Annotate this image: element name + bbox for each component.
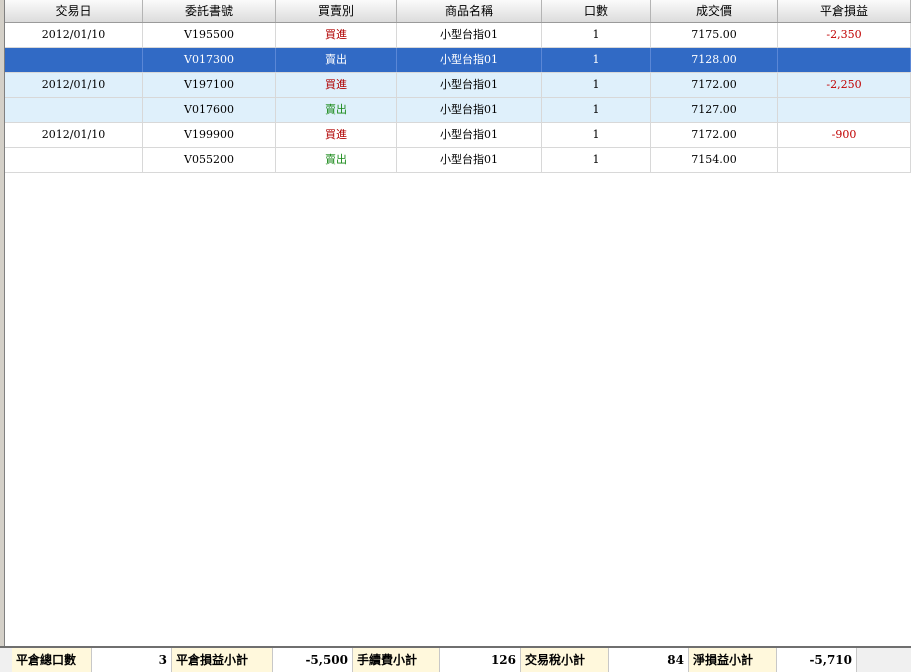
cell-pnl: -2,250 [778, 73, 911, 97]
pnl-subtotal-label: 平倉損益小計 [172, 648, 273, 672]
col-header-qty[interactable]: 口數 [542, 0, 651, 22]
cell-date [5, 148, 143, 172]
summary-bar: 平倉總口數 3 平倉損益小計 -5,500 手續費小計 126 交易稅小計 84… [0, 646, 911, 672]
cell-qty: 1 [542, 123, 651, 147]
tax-subtotal-value: 84 [609, 648, 689, 672]
net-pnl-value: -5,710 [777, 648, 857, 672]
cell-order-no: V017600 [143, 98, 276, 122]
cell-side: 賣出 [276, 148, 397, 172]
total-lots-value: 3 [92, 648, 172, 672]
tax-subtotal-label: 交易稅小計 [521, 648, 609, 672]
cell-qty: 1 [542, 73, 651, 97]
fee-subtotal-value: 126 [440, 648, 521, 672]
cell-order-no: V199900 [143, 123, 276, 147]
cell-side: 賣出 [276, 98, 397, 122]
cell-qty: 1 [542, 23, 651, 47]
net-pnl-label: 淨損益小計 [689, 648, 777, 672]
cell-price: 7128.00 [651, 48, 778, 72]
cell-pnl: -2,350 [778, 23, 911, 47]
cell-order-no: V197100 [143, 73, 276, 97]
table-row[interactable]: V017600 賣出 小型台指01 1 7127.00 [5, 98, 911, 123]
col-header-side[interactable]: 買賣別 [276, 0, 397, 22]
cell-side: 賣出 [276, 48, 397, 72]
cell-side: 買進 [276, 123, 397, 147]
table-row[interactable]: 2012/01/10 V195500 買進 小型台指01 1 7175.00 -… [5, 23, 911, 48]
cell-side: 買進 [276, 23, 397, 47]
cell-date: 2012/01/10 [5, 73, 143, 97]
table-row-selected[interactable]: V017300 賣出 小型台指01 1 7128.00 [5, 48, 911, 73]
cell-product: 小型台指01 [397, 98, 542, 122]
cell-date [5, 48, 143, 72]
grid-header: 交易日 委託書號 買賣別 商品名稱 口數 成交價 平倉損益 [5, 0, 911, 23]
cell-product: 小型台指01 [397, 123, 542, 147]
cell-pnl [778, 148, 911, 172]
table-row[interactable]: 2012/01/10 V197100 買進 小型台指01 1 7172.00 -… [5, 73, 911, 98]
cell-order-no: V195500 [143, 23, 276, 47]
trade-grid[interactable]: 交易日 委託書號 買賣別 商品名稱 口數 成交價 平倉損益 2012/01/10… [5, 0, 911, 646]
cell-date: 2012/01/10 [5, 23, 143, 47]
table-row[interactable]: V055200 賣出 小型台指01 1 7154.00 [5, 148, 911, 173]
cell-qty: 1 [542, 148, 651, 172]
cell-date [5, 98, 143, 122]
cell-product: 小型台指01 [397, 23, 542, 47]
cell-pnl: -900 [778, 123, 911, 147]
cell-pnl [778, 98, 911, 122]
table-row[interactable]: 2012/01/10 V199900 買進 小型台指01 1 7172.00 -… [5, 123, 911, 148]
col-header-pnl[interactable]: 平倉損益 [778, 0, 911, 22]
cell-price: 7172.00 [651, 123, 778, 147]
cell-date: 2012/01/10 [5, 123, 143, 147]
col-header-price[interactable]: 成交價 [651, 0, 778, 22]
cell-pnl [778, 48, 911, 72]
cell-order-no: V017300 [143, 48, 276, 72]
cell-price: 7154.00 [651, 148, 778, 172]
cell-price: 7172.00 [651, 73, 778, 97]
col-header-product[interactable]: 商品名稱 [397, 0, 542, 22]
cell-qty: 1 [542, 98, 651, 122]
cell-qty: 1 [542, 48, 651, 72]
col-header-order-no[interactable]: 委託書號 [143, 0, 276, 22]
col-header-date[interactable]: 交易日 [5, 0, 143, 22]
cell-product: 小型台指01 [397, 48, 542, 72]
total-lots-label: 平倉總口數 [12, 648, 92, 672]
pnl-subtotal-value: -5,500 [273, 648, 353, 672]
cell-product: 小型台指01 [397, 148, 542, 172]
cell-product: 小型台指01 [397, 73, 542, 97]
cell-side: 買進 [276, 73, 397, 97]
fee-subtotal-label: 手續費小計 [353, 648, 440, 672]
cell-price: 7127.00 [651, 98, 778, 122]
cell-price: 7175.00 [651, 23, 778, 47]
cell-order-no: V055200 [143, 148, 276, 172]
